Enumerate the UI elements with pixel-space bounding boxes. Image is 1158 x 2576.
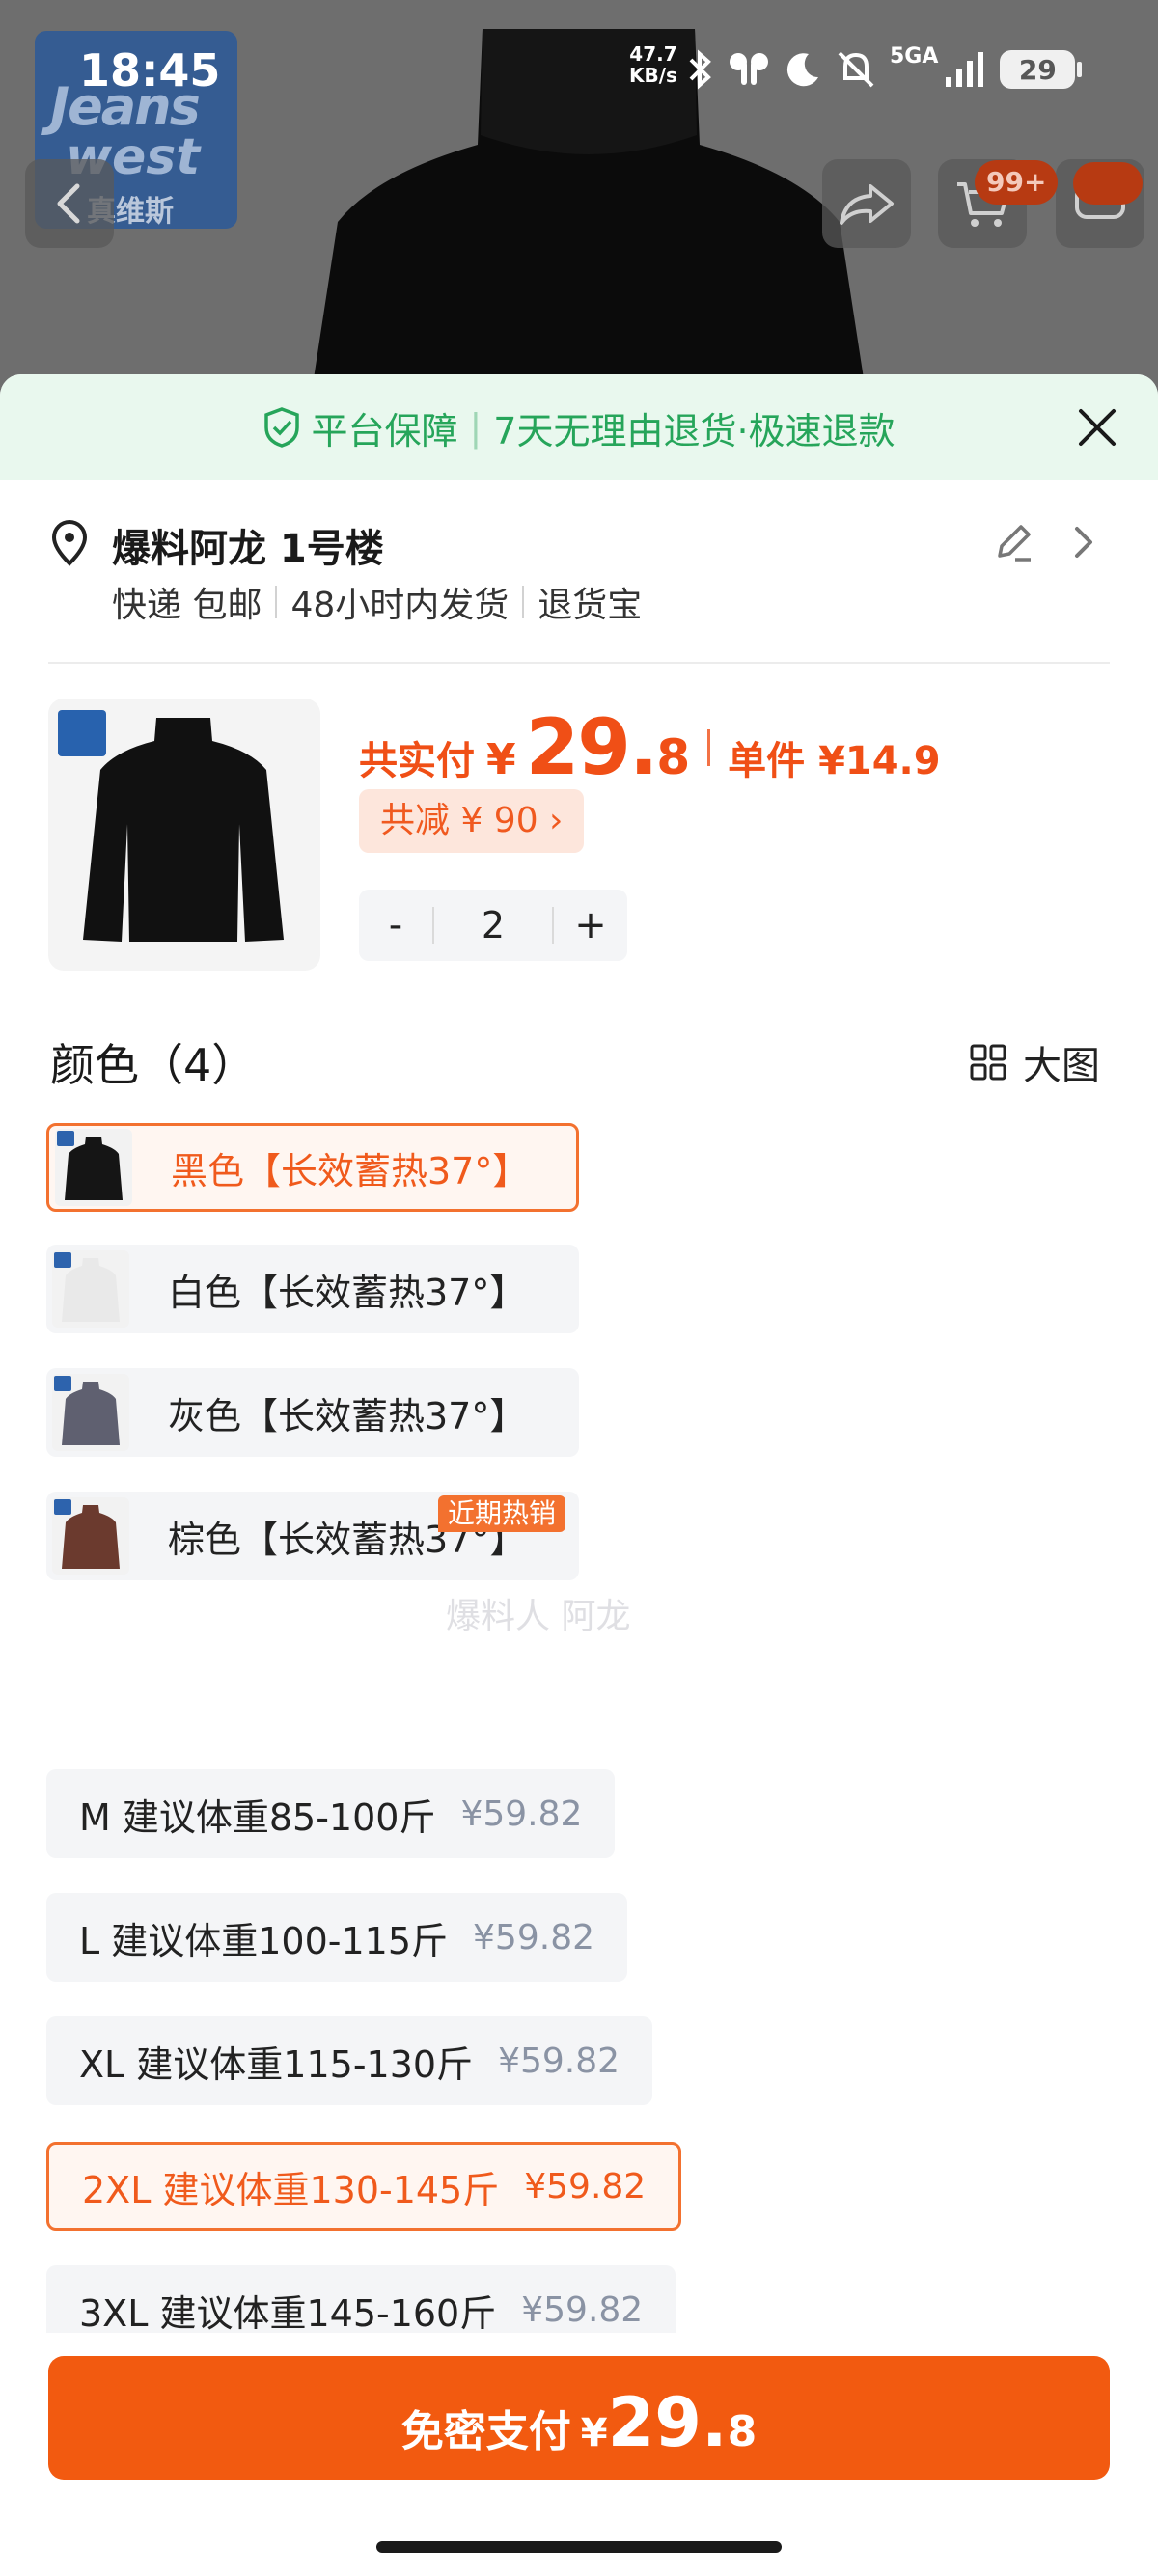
size-option-price: ¥59.82 [521, 2289, 644, 2330]
brand-mini-logo [54, 1252, 71, 1268]
sku-selector-sheet: 平台保障 | 7天无理由退货·极速退款 爆料阿龙 1号楼 快递 包邮 48小时内… [0, 374, 1158, 2576]
color-option[interactable]: 灰色【长效蓄热37°】 [46, 1368, 579, 1457]
size-option[interactable]: 2XL 建议体重130-145斤 ¥59.82 [46, 2142, 682, 2231]
product-thumbnail[interactable] [48, 699, 320, 971]
chevron-right-icon[interactable] [1069, 523, 1098, 562]
price-summary: 共实付 ¥ 29. 8 单件 ¥14.9 [359, 702, 941, 792]
bluetooth-icon [689, 49, 711, 90]
size-option-price: ¥59.82 [498, 2041, 620, 2081]
quantity-value[interactable]: 2 [434, 904, 552, 946]
earbuds-icon [730, 53, 768, 85]
brand-mini-logo [57, 1131, 74, 1146]
size-option[interactable]: M 建议体重85-100斤 ¥59.82 [46, 1769, 616, 1858]
network-speed: 47.7 KB/s [629, 43, 677, 86]
size-option-price: ¥59.82 [460, 1794, 583, 1834]
status-icons: 5GA 29 [687, 42, 1083, 96]
color-swatch-thumbnail [52, 1497, 129, 1575]
size-option-label: 3XL 建议体重145-160斤 [79, 2291, 497, 2335]
color-swatch-thumbnail [52, 1374, 129, 1451]
color-option-label: 黑色【长效蓄热37°】 [171, 1149, 530, 1192]
cart-count-badge: 99+ [975, 160, 1059, 205]
total-price-integer: 29. [525, 702, 659, 792]
pay-currency: ¥ [580, 2411, 608, 2455]
size-option[interactable]: L 建议体重100-115斤 ¥59.82 [46, 1893, 627, 1982]
size-option-label: 2XL 建议体重130-145斤 [82, 2168, 500, 2211]
message-badge [1073, 162, 1143, 205]
close-icon[interactable] [1073, 403, 1121, 452]
battery-indicator: 29 [1000, 50, 1083, 89]
pay-amount-decimal: 8 [727, 2407, 758, 2456]
divider [275, 586, 278, 618]
bottom-bar: 免密支付 ¥ 29. 8 [0, 2333, 1158, 2576]
delivery-method: 快递 包邮 [112, 586, 262, 625]
address-name: 爆料阿龙 1号楼 [112, 527, 384, 571]
discount-chip[interactable]: 共减 ¥ 90 › [359, 789, 585, 853]
status-time: 18:45 [79, 44, 221, 96]
size-option-price: ¥59.82 [524, 2166, 647, 2206]
watermark: 爆料人 阿龙 [446, 1597, 631, 1636]
return-insurance: 退货宝 [538, 586, 643, 625]
pay-button[interactable]: 免密支付 ¥ 29. 8 [48, 2356, 1110, 2480]
grid-icon [970, 1044, 1006, 1081]
delivery-info: 快递 包邮 48小时内发货 退货宝 [112, 577, 642, 627]
battery-level: 29 [1018, 53, 1057, 86]
total-price-decimal: 8 [656, 729, 691, 785]
total-price-label: 共实付 [359, 739, 475, 783]
color-swatch-thumbnail [52, 1250, 129, 1328]
big-image-toggle[interactable]: 大图 [969, 1034, 1100, 1090]
status-bar: 18:45 47.7 KB/s 5GA 29 [0, 0, 1158, 116]
network-type: 5GA [890, 44, 939, 69]
size-option-label: M 建议体重85-100斤 [79, 1795, 436, 1839]
share-button[interactable] [822, 159, 911, 248]
brand-mini-logo [54, 1499, 71, 1515]
divider [707, 728, 711, 766]
mute-icon [838, 51, 874, 88]
color-option[interactable]: 白色【长效蓄热37°】 [46, 1245, 579, 1333]
edit-icon[interactable] [992, 521, 1034, 563]
chevron-left-icon [57, 183, 80, 224]
divider [48, 662, 1110, 664]
currency-symbol: ¥ [486, 735, 516, 784]
increase-quantity-button[interactable]: + [554, 903, 627, 947]
size-option-label: XL 建议体重115-130斤 [79, 2042, 474, 2086]
size-option-price: ¥59.82 [473, 1917, 594, 1958]
guarantee-platform: 平台保障 [311, 409, 458, 452]
guarantee-divider: | [469, 406, 482, 449]
divider [522, 586, 525, 618]
network-speed-value: 47.7 [629, 42, 677, 66]
pay-amount-integer: 29. [607, 2383, 728, 2462]
signal-icon [946, 52, 984, 87]
hot-sale-tag: 近期热销 [438, 1495, 566, 1532]
back-button[interactable] [25, 159, 114, 248]
share-icon [840, 184, 894, 225]
big-image-label: 大图 [1023, 1044, 1100, 1088]
quantity-stepper: - 2 + [359, 890, 627, 961]
brand-mini-logo [58, 710, 106, 756]
color-option[interactable]: 黑色【长效蓄热37°】 [46, 1123, 579, 1212]
guarantee-return-policy: 7天无理由退货·极速退款 [493, 409, 896, 452]
color-option-label: 灰色【长效蓄热37°】 [168, 1394, 527, 1438]
location-pin-icon [51, 520, 88, 566]
size-option[interactable]: XL 建议体重115-130斤 ¥59.82 [46, 2016, 653, 2105]
shipping-address[interactable]: 爆料阿龙 1号楼 快递 包邮 48小时内发货 退货宝 [0, 480, 1158, 654]
home-indicator[interactable] [376, 2541, 782, 2553]
shield-check-icon [264, 407, 300, 448]
moon-icon [786, 53, 818, 87]
color-swatch-thumbnail [55, 1129, 132, 1206]
brand-mini-logo [54, 1376, 71, 1391]
color-section-title: 颜色（4） [50, 1039, 257, 1091]
color-option-label: 白色【长效蓄热37°】 [168, 1271, 527, 1314]
size-option-label: L 建议体重100-115斤 [79, 1919, 449, 1962]
unit-price: 单件 ¥14.9 [728, 739, 941, 783]
decrease-quantity-button[interactable]: - [359, 903, 432, 947]
ship-time: 48小时内发货 [290, 586, 510, 625]
pay-label: 免密支付 [400, 2407, 571, 2456]
network-speed-unit: KB/s [629, 64, 677, 87]
guarantee-banner: 平台保障 | 7天无理由退货·极速退款 [0, 374, 1158, 480]
